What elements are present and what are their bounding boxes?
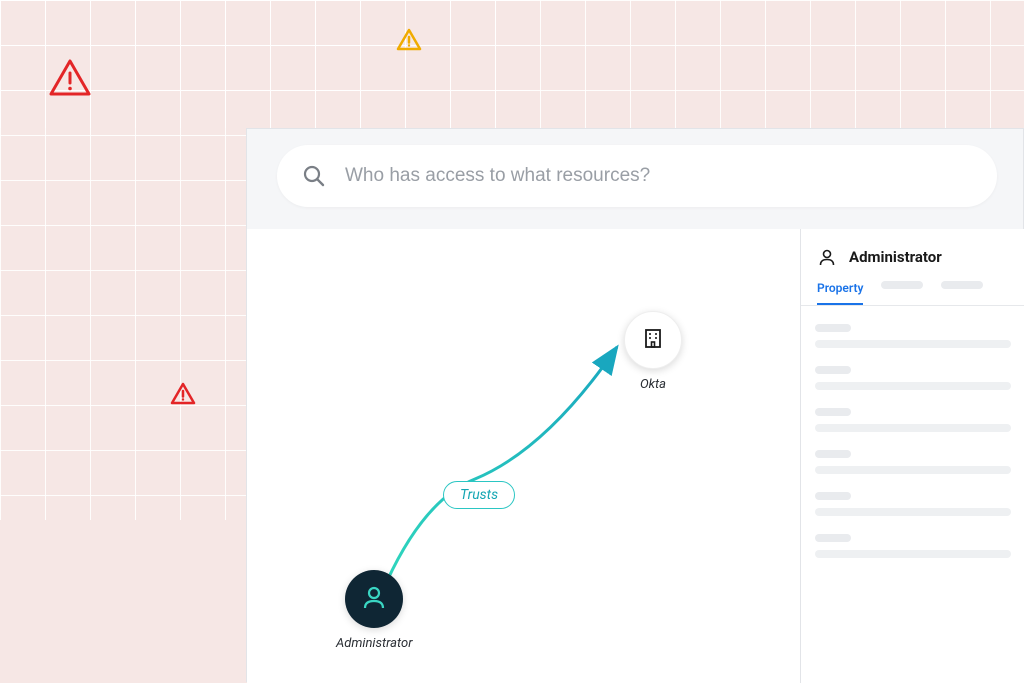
property-value-placeholder (815, 340, 1011, 348)
alert-triangle-icon (396, 28, 422, 56)
tab-placeholder (941, 281, 983, 289)
app-window: Trusts Administrator (246, 128, 1024, 682)
property-value-placeholder (815, 550, 1011, 558)
property-row (815, 492, 1011, 516)
edge-label-text: Trusts (460, 487, 498, 503)
node-label: Administrator (336, 636, 412, 651)
search-icon (301, 163, 327, 189)
search-bar[interactable] (277, 145, 997, 207)
property-label-placeholder (815, 366, 851, 374)
tab-property[interactable]: Property (817, 281, 863, 305)
property-value-placeholder (815, 424, 1011, 432)
property-label-placeholder (815, 534, 851, 542)
property-label-placeholder (815, 408, 851, 416)
alert-triangle-icon (48, 58, 92, 102)
property-list (801, 306, 1024, 586)
property-row (815, 324, 1011, 348)
property-label-placeholder (815, 324, 851, 332)
property-row (815, 534, 1011, 558)
building-icon (640, 325, 666, 355)
search-input[interactable] (345, 165, 973, 187)
property-value-placeholder (815, 508, 1011, 516)
property-row (815, 366, 1011, 390)
tab-placeholder (881, 281, 923, 289)
alert-triangle-icon (170, 382, 196, 410)
property-value-placeholder (815, 466, 1011, 474)
property-value-placeholder (815, 382, 1011, 390)
sidebar-title: Administrator (849, 248, 942, 266)
property-label-placeholder (815, 450, 851, 458)
property-row (815, 408, 1011, 432)
graph-edge-arrow (247, 229, 801, 683)
sidebar-header: Administrator (801, 229, 1024, 281)
user-icon (817, 247, 837, 267)
graph-canvas[interactable]: Trusts Administrator (247, 229, 801, 683)
edge-label-trusts[interactable]: Trusts (443, 481, 515, 509)
sidebar-tabs: Property (801, 281, 1024, 306)
user-icon (360, 583, 388, 615)
property-row (815, 450, 1011, 474)
property-panel: Administrator Property (801, 229, 1024, 683)
graph-node-administrator[interactable]: Administrator (336, 570, 412, 651)
graph-node-okta[interactable]: Okta (624, 311, 682, 392)
node-label: Okta (640, 377, 666, 392)
grid-background-top (0, 0, 1024, 128)
property-label-placeholder (815, 492, 851, 500)
